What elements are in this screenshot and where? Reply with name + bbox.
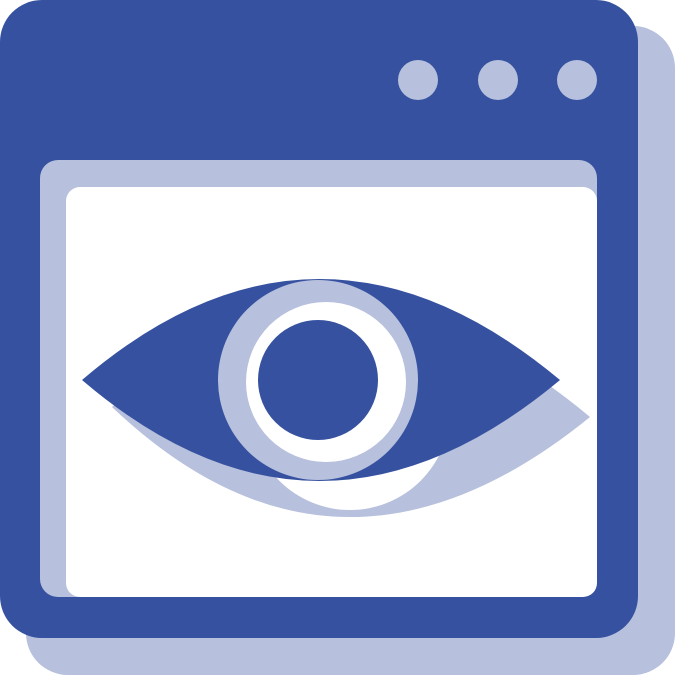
window-dot-icon [557, 60, 597, 100]
window-dot-icon [398, 60, 438, 100]
window-controls [398, 60, 597, 100]
eye-pupil [258, 320, 378, 440]
icon-canvas [0, 0, 675, 675]
browser-window-eye-icon [0, 0, 675, 675]
window-dot-icon [478, 60, 518, 100]
